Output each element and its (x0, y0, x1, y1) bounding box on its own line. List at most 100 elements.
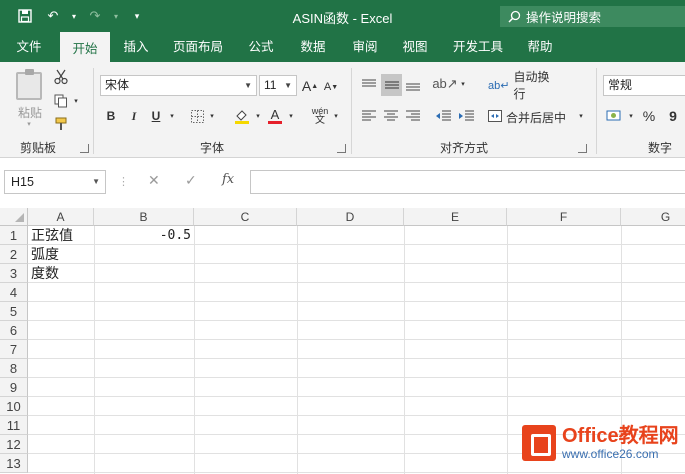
top-align-icon[interactable] (360, 75, 378, 95)
select-all-button[interactable] (0, 208, 28, 226)
font-size-select[interactable]: 11 ▼ (259, 75, 297, 96)
align-center-icon[interactable] (382, 106, 400, 126)
clipboard-launcher-icon[interactable] (80, 144, 89, 153)
grow-font-button[interactable]: A ▲ (302, 76, 318, 96)
font-name-value: 宋体 (105, 78, 130, 92)
column-header-e[interactable]: E (404, 208, 507, 226)
cell-b1[interactable]: -0.5 (94, 226, 194, 245)
clipboard-group-label: 剪贴板 (20, 141, 57, 155)
bold-button[interactable]: B (103, 106, 119, 126)
tab-page-layout[interactable]: 页面布局 (168, 32, 228, 62)
accounting-format-icon[interactable] (604, 106, 624, 126)
search-icon (508, 10, 521, 23)
borders-icon[interactable] (188, 106, 206, 126)
column-header-d[interactable]: D (297, 208, 404, 226)
font-name-select[interactable]: 宋体 ▼ (100, 75, 257, 96)
middle-align-icon[interactable] (381, 74, 402, 96)
font-size-value: 11 (264, 78, 277, 92)
row-header[interactable]: 10 (0, 397, 28, 416)
column-header-c[interactable]: C (194, 208, 297, 226)
merge-center-icon (488, 109, 502, 125)
row-header[interactable]: 13 (0, 454, 28, 473)
row-header[interactable]: 12 (0, 435, 28, 454)
insert-function-icon[interactable]: fx (222, 172, 234, 187)
fill-color-icon[interactable] (232, 106, 252, 126)
shrink-font-button[interactable]: A ▼ (323, 78, 339, 96)
font-launcher-icon[interactable] (337, 144, 346, 153)
align-left-icon[interactable] (360, 106, 378, 126)
name-box[interactable]: H15 ▼ (4, 170, 106, 194)
font-color-button[interactable]: A (266, 105, 284, 127)
tab-data[interactable]: 数据 (293, 32, 333, 62)
row-header[interactable]: 9 (0, 378, 28, 397)
number-group-label: 数字 (648, 141, 673, 155)
row-header[interactable]: 3 (0, 264, 28, 283)
phonetic-dropdown-icon[interactable]: ▾ (331, 110, 341, 122)
merge-center-button[interactable]: 合并后居中 (488, 106, 574, 128)
cell-a3[interactable]: 度数 (28, 264, 94, 283)
site-watermark: Office教程网 www.office26.com (522, 425, 679, 461)
format-painter-icon[interactable] (52, 115, 70, 133)
tab-formulas[interactable]: 公式 (241, 32, 281, 62)
row-header[interactable]: 8 (0, 359, 28, 378)
office-logo-icon (522, 425, 556, 461)
column-header-g[interactable]: G (621, 208, 685, 226)
tell-me-search[interactable]: 操作说明搜索 (500, 6, 685, 27)
phonetic-guide-button[interactable]: wén 文 (309, 106, 331, 126)
borders-dropdown-icon[interactable]: ▾ (207, 110, 217, 122)
increase-indent-icon[interactable] (456, 106, 476, 126)
number-format-select[interactable]: 常规 (603, 75, 685, 96)
paste-button-label[interactable]: 粘贴 (14, 104, 46, 120)
chevron-down-icon: ▼ (284, 81, 292, 90)
cancel-icon[interactable]: ✕ (148, 172, 160, 189)
row-header[interactable]: 4 (0, 283, 28, 302)
copy-dropdown-icon[interactable]: ▾ (72, 95, 80, 107)
enter-icon[interactable]: ✓ (185, 172, 197, 189)
font-color-icon: A (270, 107, 280, 122)
column-header-b[interactable]: B (94, 208, 194, 226)
column-header-f[interactable]: F (507, 208, 621, 226)
row-header[interactable]: 1 (0, 226, 28, 245)
row-header[interactable]: 6 (0, 321, 28, 340)
row-header[interactable]: 11 (0, 416, 28, 435)
row-header[interactable]: 5 (0, 302, 28, 321)
align-right-icon[interactable] (404, 106, 422, 126)
tab-insert[interactable]: 插入 (116, 32, 156, 62)
tab-developer[interactable]: 开发工具 (446, 32, 510, 62)
row-header[interactable]: 2 (0, 245, 28, 264)
tab-home[interactable]: 开始 (60, 32, 110, 62)
orientation-dropdown-icon[interactable]: ▾ (458, 78, 468, 90)
cell-a1[interactable]: 正弦值 (28, 226, 94, 245)
underline-button[interactable]: U (148, 106, 164, 126)
wrap-text-icon: ab↵ (488, 79, 510, 92)
cell-a2[interactable]: 弧度 (28, 245, 94, 264)
alignment-launcher-icon[interactable] (578, 144, 587, 153)
wrap-text-button[interactable]: ab↵ 自动换行 (488, 70, 560, 101)
tab-review[interactable]: 审阅 (345, 32, 385, 62)
font-color-dropdown-icon[interactable]: ▾ (286, 110, 296, 122)
accounting-dropdown-icon[interactable]: ▾ (626, 110, 636, 122)
paste-icon[interactable] (16, 69, 42, 100)
decrease-indent-icon[interactable] (433, 106, 453, 126)
tab-file[interactable]: 文件 (6, 32, 52, 62)
group-divider (596, 68, 597, 154)
italic-button[interactable]: I (126, 106, 142, 126)
copy-icon[interactable] (52, 92, 70, 110)
row-header[interactable]: 7 (0, 340, 28, 359)
comma-style-button[interactable]: 9 (664, 106, 682, 126)
underline-dropdown-icon[interactable]: ▾ (167, 110, 177, 122)
column-header-a[interactable]: A (28, 208, 94, 226)
wrap-text-label: 自动换行 (513, 70, 550, 101)
orientation-icon[interactable]: ab↗ (432, 74, 457, 94)
merge-dropdown-icon[interactable]: ▾ (576, 110, 586, 122)
paste-dropdown-icon[interactable]: ▾ (22, 119, 36, 129)
percent-style-button[interactable]: % (640, 106, 658, 126)
tab-help[interactable]: 帮助 (520, 32, 560, 62)
tab-view[interactable]: 视图 (395, 32, 435, 62)
fill-color-dropdown-icon[interactable]: ▾ (253, 110, 263, 122)
bottom-align-icon[interactable] (404, 75, 422, 95)
cut-icon[interactable] (52, 68, 70, 86)
font-color-swatch (268, 121, 282, 124)
chevron-down-icon: ▼ (244, 81, 252, 90)
formula-input[interactable] (250, 170, 685, 194)
